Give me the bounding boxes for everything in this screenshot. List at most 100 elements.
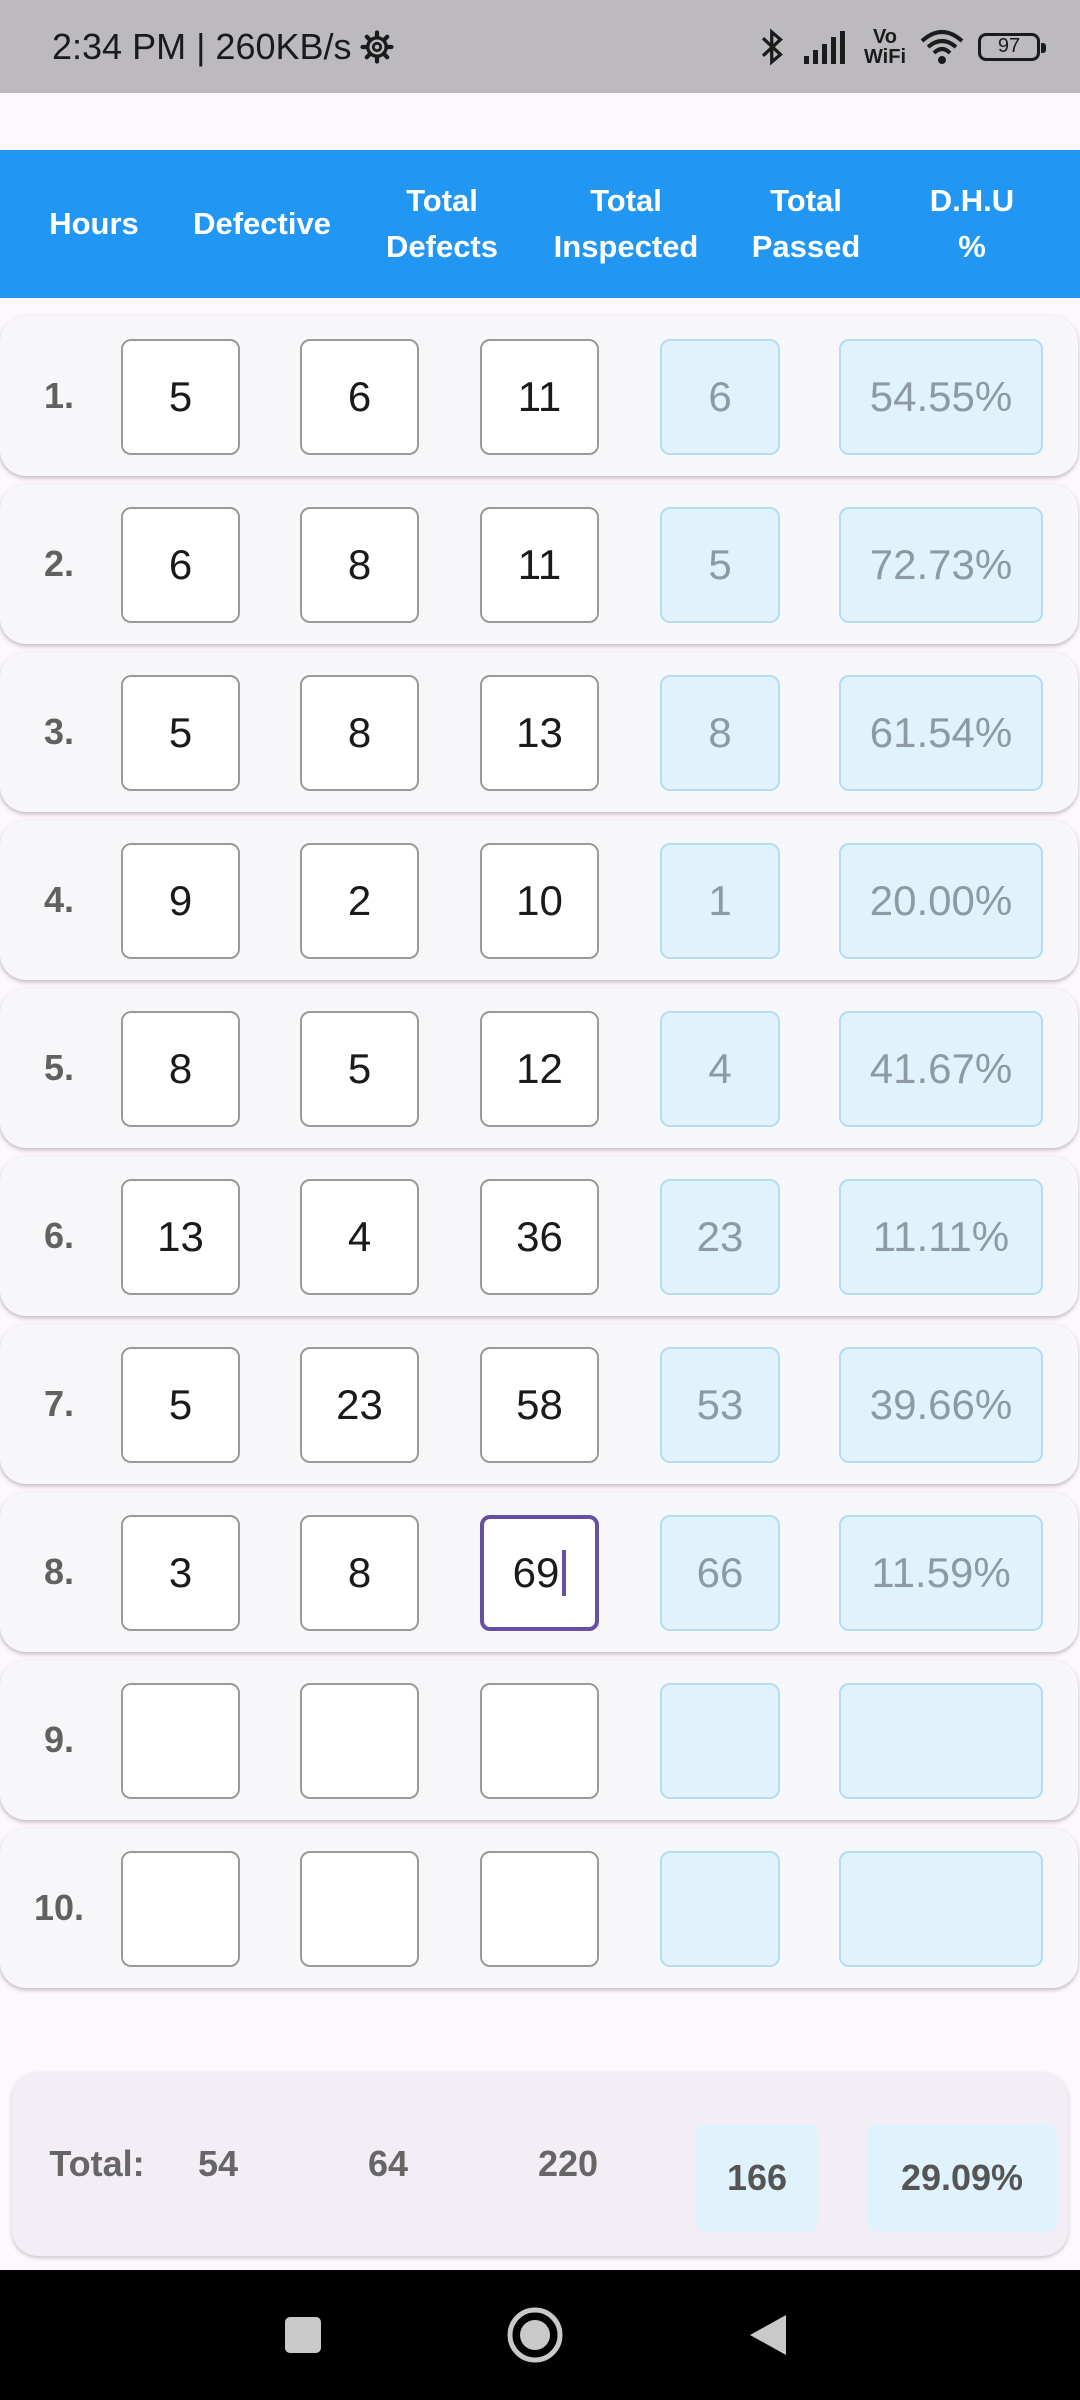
total-defects-input[interactable]: 2 — [300, 843, 419, 959]
total-inspected-value: 10 — [516, 877, 563, 924]
home-button[interactable] — [485, 2270, 585, 2400]
vowifi-indicator: Vo WiFi — [864, 27, 906, 67]
defective-input[interactable]: 5 — [121, 1347, 240, 1463]
total-passed-output: 6 — [660, 339, 780, 455]
total-defects-value: 6 — [347, 373, 372, 420]
totals-defective: 54 — [197, 2143, 239, 2184]
totals-total-defects: 64 — [367, 2143, 409, 2184]
defective-input[interactable] — [121, 1683, 240, 1799]
dhu-output: 11.59% — [839, 1515, 1043, 1631]
dhu-output — [839, 1683, 1043, 1799]
total-defects-input[interactable]: 6 — [300, 339, 419, 455]
totals-total-inspected: 220 — [537, 2143, 599, 2184]
status-right: Vo WiFi 97 — [758, 0, 1046, 93]
defective-input[interactable]: 13 — [121, 1179, 240, 1295]
defective-input[interactable]: 6 — [121, 507, 240, 623]
row-hour-label: 9. — [43, 1719, 75, 1760]
back-button[interactable] — [718, 2270, 818, 2400]
circle-icon — [507, 2307, 563, 2363]
vowifi-bottom: WiFi — [863, 45, 906, 68]
total-inspected-input[interactable]: 11 — [480, 339, 599, 455]
total-defects-input[interactable]: 4 — [300, 1179, 419, 1295]
table-header: Hours Defective Total Defects Total Insp… — [0, 150, 1080, 298]
total-inspected-value: 11 — [517, 541, 562, 588]
total-defects-value: 8 — [347, 1549, 372, 1596]
total-inspected-input[interactable]: 69 — [480, 1515, 599, 1631]
total-passed-output: 1 — [660, 843, 780, 959]
dhu-output: 61.54% — [839, 675, 1043, 791]
dhu-output: 41.67% — [839, 1011, 1043, 1127]
system-nav-bar — [0, 2270, 1080, 2400]
defective-value: 13 — [157, 1213, 204, 1260]
total-passed-output: 8 — [660, 675, 780, 791]
battery-level: 97 — [997, 35, 1021, 57]
defective-input[interactable]: 5 — [121, 675, 240, 791]
total-inspected-value: 69 — [512, 1549, 560, 1596]
recents-button[interactable] — [253, 2270, 353, 2400]
dhu-output: 11.11% — [839, 1179, 1043, 1295]
vowifi-top: Vo — [872, 25, 898, 48]
defective-input[interactable]: 5 — [121, 339, 240, 455]
total-defects-input[interactable] — [300, 1683, 419, 1799]
total-defects-input[interactable]: 8 — [300, 507, 419, 623]
total-defects-value: 4 — [347, 1213, 372, 1260]
table-row: 3. 5 8 13 8 61.54% — [0, 652, 1078, 812]
wifi-icon — [920, 29, 964, 64]
total-defects-input[interactable]: 8 — [300, 1515, 419, 1631]
defective-input[interactable]: 9 — [121, 843, 240, 959]
total-inspected-input[interactable]: 13 — [480, 675, 599, 791]
total-inspected-input[interactable]: 12 — [480, 1011, 599, 1127]
total-inspected-value: 36 — [516, 1213, 563, 1260]
dhu-output: 39.66% — [839, 1347, 1043, 1463]
total-defects-input[interactable] — [300, 1851, 419, 1967]
total-inspected-input[interactable]: 11 — [480, 507, 599, 623]
defective-value: 5 — [168, 1381, 193, 1428]
row-hour-label: 10. — [33, 1887, 85, 1928]
table-row: 4. 9 2 10 1 20.00% — [0, 820, 1078, 980]
total-defects-input[interactable]: 8 — [300, 675, 419, 791]
header-defective: Defective — [193, 206, 331, 241]
row-hour-label: 7. — [43, 1383, 75, 1424]
total-inspected-input[interactable] — [480, 1851, 599, 1967]
defective-value: 5 — [168, 709, 193, 756]
defective-input[interactable]: 8 — [121, 1011, 240, 1127]
table-row: 9. — [0, 1660, 1078, 1820]
total-passed-output: 53 — [660, 1347, 780, 1463]
total-passed-output: 5 — [660, 507, 780, 623]
defective-input[interactable] — [121, 1851, 240, 1967]
total-inspected-value: 13 — [516, 709, 563, 756]
total-defects-input[interactable]: 23 — [300, 1347, 419, 1463]
header-dhu: D.H.U % — [929, 183, 1015, 264]
table-row: 1. 5 6 11 6 54.55% — [0, 316, 1078, 476]
total-passed-output: 4 — [660, 1011, 780, 1127]
dhu-output: 72.73% — [839, 507, 1043, 623]
row-hour-label: 1. — [43, 375, 75, 416]
total-inspected-input[interactable]: 10 — [480, 843, 599, 959]
settings-gear-icon — [359, 29, 394, 64]
total-inspected-value: 12 — [516, 1045, 563, 1092]
status-bar: 2:34 PM | 260KB/s Vo WiFi 97 — [0, 0, 1080, 93]
totals-row: Total: 54 64 220 166 29.09% — [12, 2072, 1068, 2256]
total-inspected-value: 11 — [517, 373, 562, 420]
total-defects-value: 8 — [347, 709, 372, 756]
defective-value: 8 — [168, 1045, 193, 1092]
header-total-defects: Total Defects — [386, 183, 498, 264]
header-total-inspected: Total Inspected — [553, 183, 699, 264]
total-defects-input[interactable]: 5 — [300, 1011, 419, 1127]
row-hour-label: 3. — [43, 711, 75, 752]
table-row: 5. 8 5 12 4 41.67% — [0, 988, 1078, 1148]
battery-indicator: 97 — [978, 32, 1046, 61]
total-inspected-input[interactable]: 36 — [480, 1179, 599, 1295]
total-inspected-input[interactable] — [480, 1683, 599, 1799]
header-total-passed: Total Passed — [751, 183, 861, 264]
table-row: 7. 5 23 58 53 39.66% — [0, 1324, 1078, 1484]
total-inspected-input[interactable]: 58 — [480, 1347, 599, 1463]
triangle-back-icon — [750, 2315, 786, 2355]
row-hour-label: 6. — [43, 1215, 75, 1256]
dhu-output: 20.00% — [839, 843, 1043, 959]
text-caret — [562, 1550, 567, 1596]
total-passed-output: 66 — [660, 1515, 780, 1631]
row-hour-label: 8. — [43, 1551, 75, 1592]
defective-value: 5 — [168, 373, 193, 420]
defective-input[interactable]: 3 — [121, 1515, 240, 1631]
